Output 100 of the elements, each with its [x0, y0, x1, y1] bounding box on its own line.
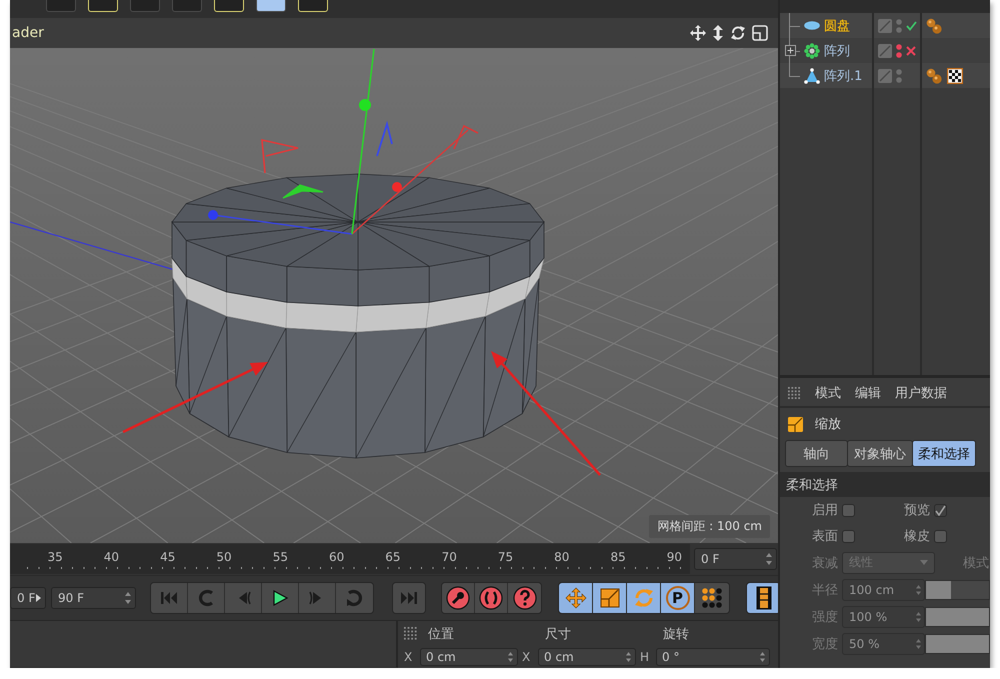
visibility-dots-icon[interactable] [896, 18, 902, 32]
z-axis-handle[interactable] [208, 210, 352, 235]
current-frame-field[interactable]: 0 F [694, 548, 777, 570]
frame-number: 50 [216, 550, 232, 566]
field-label: 宽度 [811, 636, 838, 652]
move-tool-button[interactable] [559, 583, 593, 613]
spinner-icon [760, 652, 765, 662]
scale-icon [600, 588, 620, 608]
tab[interactable]: 柔和选择 [912, 440, 976, 467]
play-button[interactable] [262, 583, 299, 613]
viewport[interactable]: 网格间距 : 100 cm [10, 48, 778, 543]
grid-spacing-label: 网格间距 : 100 cm [649, 515, 770, 538]
coordinate-field[interactable]: 0 cm [420, 648, 518, 666]
record-key-icon [446, 586, 470, 610]
checkbox[interactable] [842, 504, 855, 516]
menu-item[interactable]: 用户数据 [895, 384, 947, 402]
object-row[interactable]: 阵列 [780, 38, 990, 63]
scale-tool-button[interactable] [593, 583, 627, 613]
keyframe-help-button[interactable] [508, 583, 541, 613]
layer-swatch-icon [878, 18, 892, 32]
object-name: 圆盘 [824, 18, 850, 34]
checkbox[interactable] [842, 530, 855, 542]
spinner-icon [916, 584, 921, 594]
point-level-button[interactable] [695, 583, 729, 613]
frame-number: 45 [160, 550, 176, 566]
timeline-ruler[interactable]: 35 40 45 50 55 60 65 70 75 80 85 90 [10, 544, 690, 574]
skip-back-icon [160, 590, 178, 606]
next-key-button[interactable] [336, 583, 373, 613]
axis-label: X [404, 650, 414, 664]
object-row[interactable]: 圆盘 [780, 13, 990, 38]
array-icon [804, 42, 820, 58]
end-frame-field[interactable]: 90 F [51, 587, 136, 609]
next-key-icon [346, 589, 364, 607]
scale-handle[interactable] [376, 120, 393, 156]
field-label: 模式 [963, 554, 989, 572]
coordinate-field[interactable]: 0 ° [656, 648, 770, 666]
frame-number: 60 [328, 550, 344, 566]
spinner-icon [916, 612, 921, 622]
visibility-dots-icon[interactable] [896, 68, 902, 82]
scale-handle[interactable] [282, 184, 324, 199]
axis-label: H [640, 650, 650, 664]
record-button[interactable] [442, 583, 475, 613]
grip-icon [404, 626, 418, 640]
frame-number: 80 [554, 550, 570, 566]
cone-icon [804, 68, 820, 84]
spinner-icon [766, 553, 772, 565]
layer-swatch-icon [878, 44, 892, 58]
frame-number: 35 [48, 550, 63, 566]
object-name: 阵列 [824, 42, 850, 60]
start-frame-field[interactable]: 0 F [10, 587, 46, 609]
field-label: 强度 [811, 608, 838, 626]
scale-handle[interactable] [261, 138, 299, 174]
coordinate-field[interactable]: 0 cm [538, 648, 636, 666]
rotate-icon[interactable] [730, 25, 746, 41]
tab[interactable]: 对象轴心 [847, 440, 913, 467]
y-axis-handle[interactable] [351, 48, 375, 234]
layer-swatch-icon [878, 68, 892, 82]
rotate-tool-button[interactable] [627, 583, 661, 613]
frame-number: 85 [610, 550, 626, 566]
move-icon[interactable] [690, 25, 706, 41]
move-icon [564, 587, 586, 609]
object-row[interactable]: 阵列.1 [780, 63, 990, 88]
axis-label: X [522, 650, 532, 664]
checkbox[interactable] [934, 504, 947, 516]
menu-item[interactable]: 模式 [815, 384, 841, 402]
checkbox-label: 橡皮 [903, 528, 930, 545]
frame-number: 55 [272, 550, 288, 566]
disc-icon [804, 21, 820, 30]
checkbox[interactable] [934, 530, 947, 542]
texture-tag-icon [947, 68, 963, 84]
scale-icon [788, 416, 803, 432]
section-header: 柔和选择 [780, 472, 990, 497]
tab[interactable]: 轴向 [785, 440, 848, 467]
check-icon[interactable] [906, 20, 917, 30]
spinner-icon [508, 652, 513, 662]
x-axis-handle[interactable] [352, 129, 468, 235]
frame-number: 75 [498, 550, 514, 566]
checkbox-label: 预览 [903, 502, 930, 519]
go-to-start-button[interactable] [151, 583, 188, 613]
column-header: 尺寸 [545, 626, 571, 642]
visibility-dots-icon[interactable] [896, 44, 902, 58]
toolbar-button[interactable] [256, 0, 286, 12]
expand-icon[interactable] [784, 45, 796, 56]
checkbox-label: 启用 [811, 502, 838, 519]
window-icon[interactable] [752, 25, 768, 41]
previous-key-button[interactable] [188, 583, 225, 613]
field-label: 半径 [811, 582, 838, 598]
cross-icon[interactable] [906, 46, 916, 56]
scale-handle[interactable] [453, 124, 478, 150]
phong-tag-icon [926, 18, 942, 34]
disc-mesh[interactable] [171, 174, 545, 458]
parameter-button[interactable]: P [661, 583, 695, 613]
frame-number: 40 [104, 550, 120, 566]
spinner-icon [916, 638, 921, 648]
checkmark-icon [935, 504, 946, 516]
vertical-move-icon[interactable] [712, 25, 724, 41]
autokey-button[interactable] [475, 583, 508, 613]
menu-item[interactable]: ader [12, 25, 44, 41]
frame-number: 65 [385, 550, 401, 566]
menu-item[interactable]: 编辑 [855, 384, 881, 402]
